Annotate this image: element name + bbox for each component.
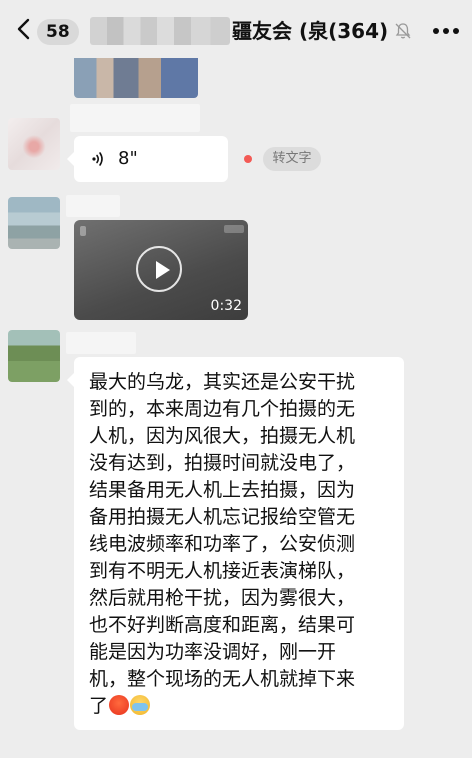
chat-header: 58 疆友会 (泉(364) [0, 0, 472, 58]
member-count: (364) [328, 19, 389, 43]
avatar[interactable] [8, 197, 60, 249]
sender-name-redacted [66, 332, 136, 354]
video-source-label [224, 225, 244, 233]
chat-title: 疆友会 (泉(364) [232, 17, 388, 45]
play-icon[interactable] [136, 246, 182, 292]
message-line: 到有不明无人机接近表演梯队， [89, 560, 356, 582]
video-duration: 0:32 [210, 298, 242, 314]
photo-message[interactable] [74, 58, 198, 98]
angry-face-icon [109, 695, 130, 715]
message-line: 人机，因为风很大，拍摄无人机 [89, 425, 356, 447]
voice-unread-dot [244, 155, 252, 163]
message-line: 也不好判断高度和距离，结果可 [89, 614, 356, 636]
chat-title-redacted [90, 17, 230, 45]
text-message-bubble[interactable]: 最大的乌龙，其实还是公安干扰 到的，本来周边有几个拍摄的无 人机，因为风很大，拍… [67, 357, 404, 730]
message-line: 线电波频率和功率了，公安侦测 [89, 533, 356, 555]
message-line: 备用拍摄无人机忘记报给空管无 [89, 506, 356, 528]
voice-duration: 8" [118, 148, 138, 169]
message-line: 结果备用无人机上去拍摄，因为 [89, 479, 356, 501]
chevron-left-icon[interactable] [14, 16, 36, 42]
avatar[interactable] [8, 330, 60, 382]
convert-to-text-button[interactable]: 转文字 [263, 147, 321, 171]
voice-wave-icon [92, 152, 103, 166]
video-message[interactable]: 0:32 [74, 220, 248, 320]
chat-title-text: 疆友会 (泉 [232, 19, 329, 43]
sender-name-redacted [66, 195, 120, 217]
message-line: 最大的乌龙，其实还是公安干扰 [89, 371, 356, 393]
sender-name-redacted [70, 104, 200, 132]
message-line-last: 了 [89, 693, 151, 720]
more-dots-icon[interactable] [432, 27, 460, 35]
message-line: 没有达到，拍摄时间就没电了， [89, 452, 356, 474]
unread-count-badge[interactable]: 58 [37, 19, 79, 45]
video-source-tag [80, 226, 86, 236]
message-line: 能是因为功率没调好，刚一开 [89, 641, 337, 663]
crying-face-icon [130, 695, 151, 715]
message-line-text: 了 [89, 695, 109, 717]
voice-message-bubble[interactable]: 8" [67, 136, 228, 182]
message-line: 到的，本来周边有几个拍摄的无 [89, 398, 356, 420]
bell-mute-icon [395, 23, 411, 39]
avatar[interactable] [8, 118, 60, 170]
message-line: 然后就用枪干扰，因为雾很大， [89, 587, 356, 609]
message-line: 机，整个现场的无人机就掉下来 [89, 668, 356, 690]
